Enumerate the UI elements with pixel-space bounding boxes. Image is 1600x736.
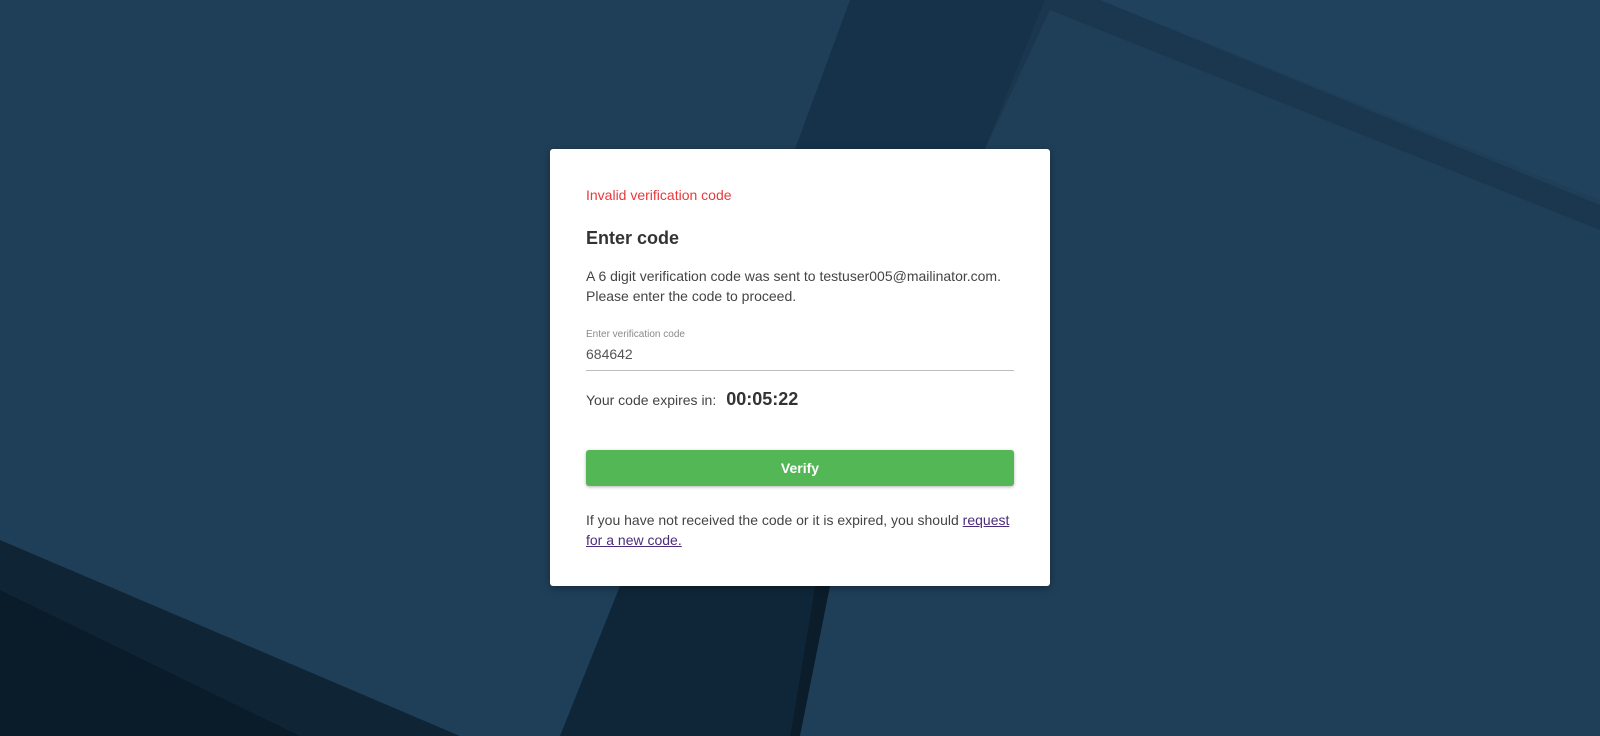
resend-help-label: If you have not received the code or it … [586, 512, 963, 528]
instructions-line-2: Please enter the code to proceed. [586, 288, 797, 304]
verify-button[interactable]: Verify [586, 450, 1014, 486]
verification-code-field: Enter verification code [586, 329, 1014, 371]
expiry-label: Your code expires in: [586, 392, 717, 408]
instructions-line-1: A 6 digit verification code was sent to … [586, 268, 1001, 284]
verification-card: Invalid verification code Enter code A 6… [550, 149, 1050, 586]
verification-code-input[interactable] [586, 346, 1014, 362]
verification-code-label: Enter verification code [586, 329, 685, 340]
instructions: A 6 digit verification code was sent to … [586, 266, 1016, 306]
code-expiry: Your code expires in: 00:05:22 [586, 389, 798, 410]
expiry-countdown: 00:05:22 [726, 389, 799, 409]
page-title: Enter code [586, 228, 680, 248]
resend-help-text: If you have not received the code or it … [586, 510, 1016, 550]
error-message: Invalid verification code [586, 187, 732, 203]
